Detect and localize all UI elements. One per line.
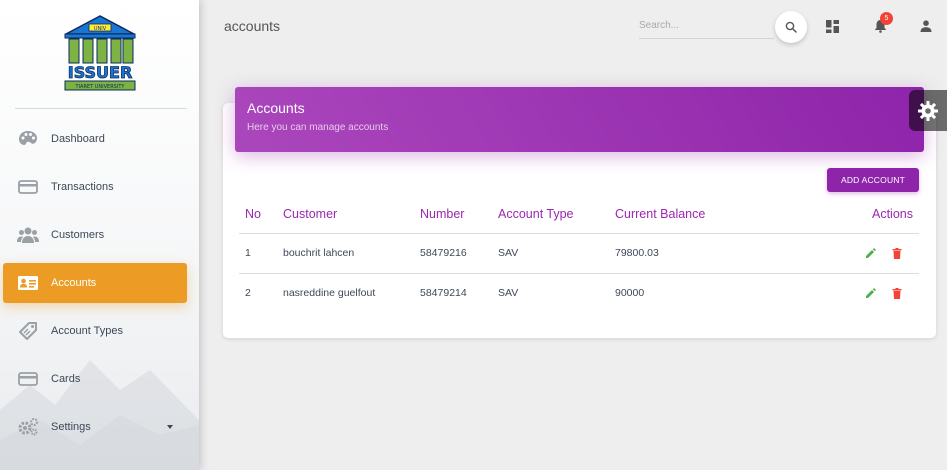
- table-row: 2 nasreddine guelfout 58479214 SAV 90000: [239, 273, 919, 313]
- sidebar-item-label: Cards: [51, 373, 81, 385]
- card-subtitle: Here you can manage accounts: [247, 122, 389, 133]
- cell-customer: nasreddine guelfout: [283, 287, 376, 300]
- table-row: 1 bouchrit lahcen 58479216 SAV 79800.03: [239, 233, 919, 274]
- sidebar-item-accounts[interactable]: Accounts: [3, 263, 187, 303]
- page-title: accounts: [224, 18, 281, 34]
- sidebar: UNIV ISSUER TIARET UNIVERSITY Dashboard …: [0, 0, 199, 470]
- card-header: Accounts Here you can manage accounts: [235, 87, 924, 152]
- sidebar-item-label: Account Types: [51, 325, 123, 337]
- sidebar-item-label: Customers: [51, 229, 105, 241]
- cell-account-type: SAV: [492, 233, 609, 274]
- logo-area: UNIV ISSUER TIARET UNIVERSITY: [0, 0, 199, 109]
- card-title: Accounts: [247, 100, 305, 116]
- logo-subtext: TIARET UNIVERSITY: [74, 84, 125, 90]
- sidebar-item-settings[interactable]: Settings: [3, 407, 187, 447]
- column-header-actions: Actions: [789, 196, 919, 234]
- search-field: [639, 12, 774, 39]
- dashboard-icon: [825, 19, 839, 33]
- edit-button[interactable]: [862, 245, 878, 261]
- search-input[interactable]: [639, 12, 774, 38]
- edit-button[interactable]: [862, 285, 878, 301]
- sidebar-item-cards[interactable]: Cards: [3, 359, 187, 399]
- search-icon: [785, 21, 797, 33]
- issuer-logo[interactable]: UNIV ISSUER TIARET UNIVERSITY: [62, 14, 138, 92]
- people-icon: [17, 224, 39, 246]
- chevron-down-icon[interactable]: [167, 425, 173, 429]
- column-header-account-type: Account Type: [492, 196, 609, 234]
- cell-number: 58479216: [414, 233, 492, 274]
- sidebar-item-label: Dashboard: [51, 133, 105, 145]
- user-button[interactable]: [915, 15, 937, 37]
- pencil-icon: [865, 247, 876, 258]
- cell-no: 1: [239, 233, 277, 274]
- gear-icon: [918, 100, 938, 121]
- cell-account-type: SAV: [498, 287, 519, 300]
- gears-icon: [17, 416, 39, 438]
- sidebar-item-label: Settings: [51, 421, 91, 433]
- fixed-settings-button[interactable]: [909, 90, 947, 131]
- cell-actions: [789, 233, 919, 274]
- credit-card-icon: [17, 176, 39, 198]
- cell-actions: [789, 273, 919, 313]
- dashboard-button[interactable]: [821, 15, 843, 37]
- cell-number: 58479214: [420, 287, 467, 300]
- id-card-icon: [17, 272, 39, 294]
- column-header-customer: Customer: [277, 196, 414, 234]
- logo-text: ISSUER: [67, 63, 132, 82]
- sidebar-item-dashboard[interactable]: Dashboard: [3, 119, 187, 159]
- cell-balance: 79800.03: [609, 233, 789, 274]
- logo-roof-text: UNIV: [93, 26, 106, 32]
- trash-icon: [892, 247, 902, 259]
- cell-customer: bouchrit lahcen: [277, 233, 414, 274]
- accounts-table: No Customer Number Account Type Current …: [239, 196, 919, 313]
- column-header-number: Number: [414, 196, 492, 234]
- delete-button[interactable]: [889, 285, 905, 301]
- add-account-button[interactable]: ADD ACCOUNT: [827, 168, 919, 192]
- cell-no: 2: [245, 287, 251, 300]
- table-header-row: No Customer Number Account Type Current …: [239, 196, 919, 234]
- notifications-button[interactable]: 5: [869, 12, 893, 37]
- cell-balance: 90000: [615, 287, 645, 300]
- sidebar-item-label: Accounts: [51, 277, 97, 289]
- delete-button[interactable]: [889, 245, 905, 261]
- card-icon: [17, 368, 39, 390]
- pencil-icon: [865, 288, 876, 298]
- tag-icon: [17, 320, 39, 342]
- person-icon: [920, 20, 932, 32]
- sidebar-item-transactions[interactable]: Transactions: [3, 167, 187, 207]
- search-button[interactable]: [775, 11, 807, 43]
- column-header-no: No: [239, 196, 277, 234]
- column-header-current-balance: Current Balance: [609, 196, 789, 234]
- sidebar-nav: Dashboard Transactions Customers Account…: [0, 109, 199, 447]
- notification-badge: 5: [880, 12, 893, 25]
- sidebar-item-customers[interactable]: Customers: [3, 215, 187, 255]
- trash-icon: [892, 287, 902, 299]
- sidebar-item-label: Transactions: [51, 181, 114, 193]
- palette-icon: [17, 128, 39, 150]
- sidebar-item-account-types[interactable]: Account Types: [3, 311, 187, 351]
